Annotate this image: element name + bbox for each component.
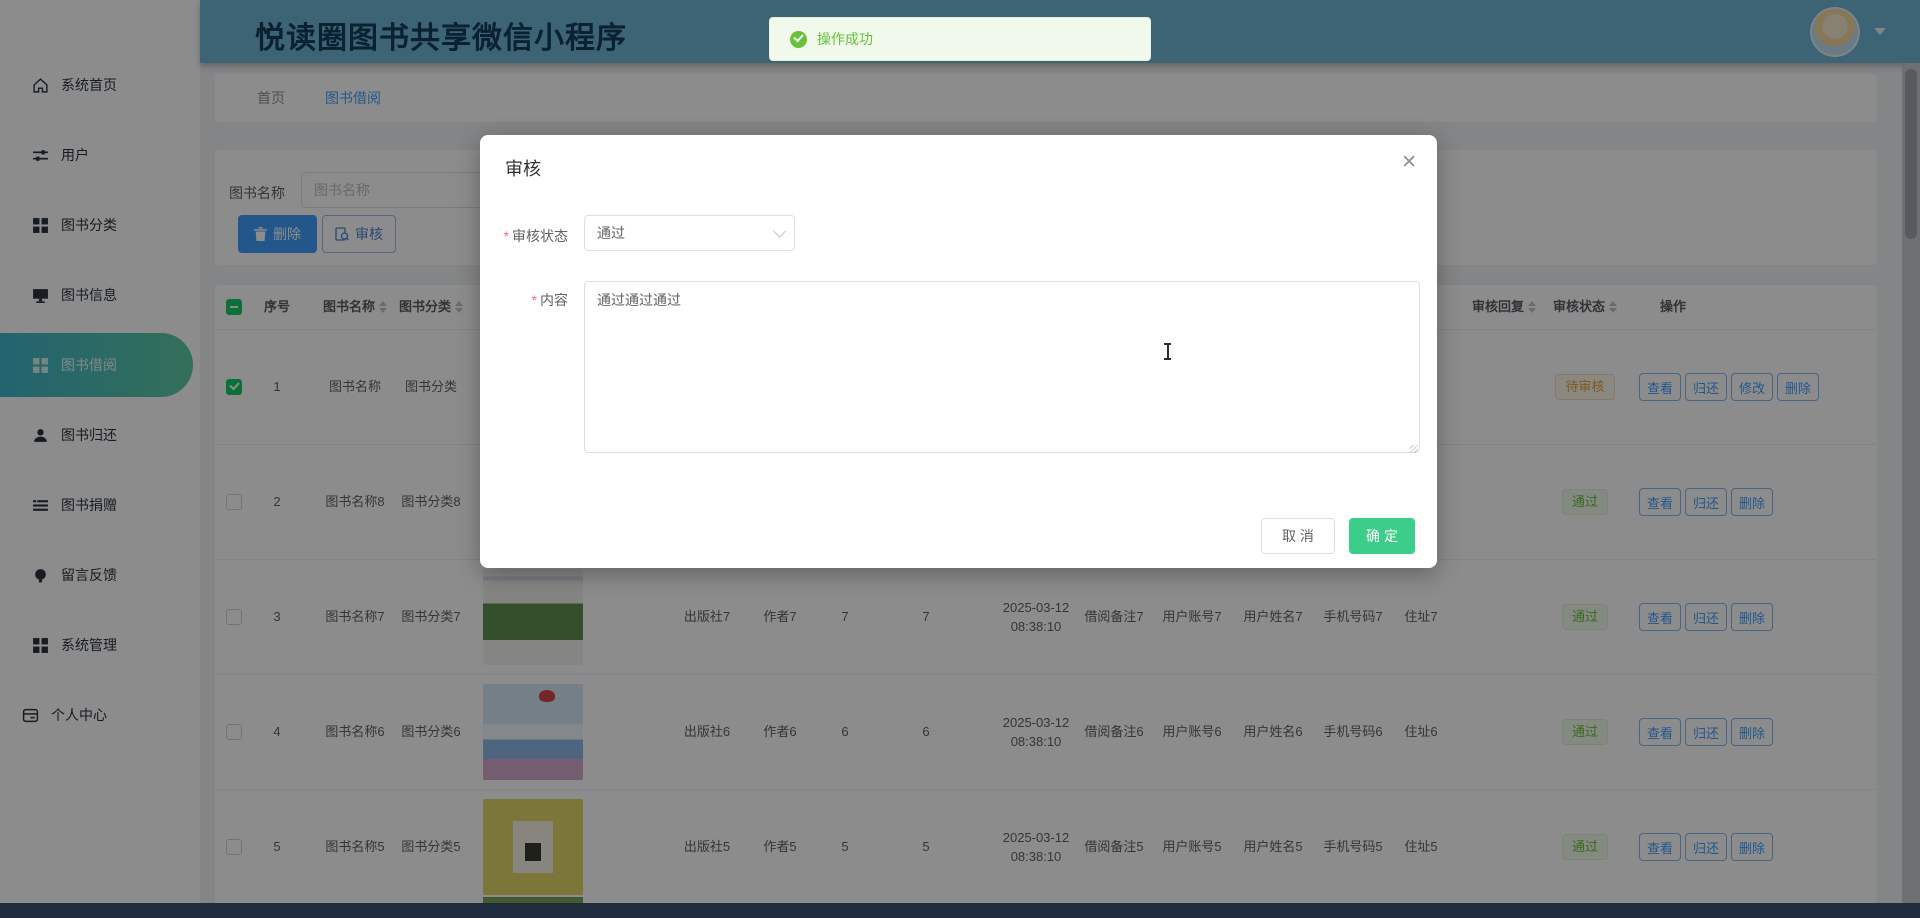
success-check-icon bbox=[790, 31, 807, 48]
content-textarea[interactable]: 通过通过通过 bbox=[584, 281, 1420, 453]
select-value: 通过 bbox=[597, 223, 625, 243]
review-status-label: *审核状态 bbox=[480, 226, 568, 246]
review-dialog: 审核 ✕ *审核状态 通过 *内容 通过通过通过 取 消 确 定 bbox=[480, 135, 1437, 568]
confirm-button[interactable]: 确 定 bbox=[1349, 518, 1415, 554]
close-icon[interactable]: ✕ bbox=[1401, 153, 1417, 172]
toast-message: 操作成功 bbox=[817, 29, 873, 49]
chevron-down-icon bbox=[773, 225, 786, 238]
content-label: *内容 bbox=[480, 290, 568, 310]
dialog-title: 审核 bbox=[505, 155, 541, 181]
required-asterisk: * bbox=[532, 292, 537, 308]
text-cursor bbox=[1163, 343, 1172, 362]
success-toast: 操作成功 bbox=[769, 17, 1151, 61]
cancel-button[interactable]: 取 消 bbox=[1261, 518, 1335, 554]
required-asterisk: * bbox=[504, 228, 509, 244]
textarea-resize-handle[interactable] bbox=[1410, 445, 1418, 453]
review-status-select[interactable]: 通过 bbox=[584, 215, 795, 251]
